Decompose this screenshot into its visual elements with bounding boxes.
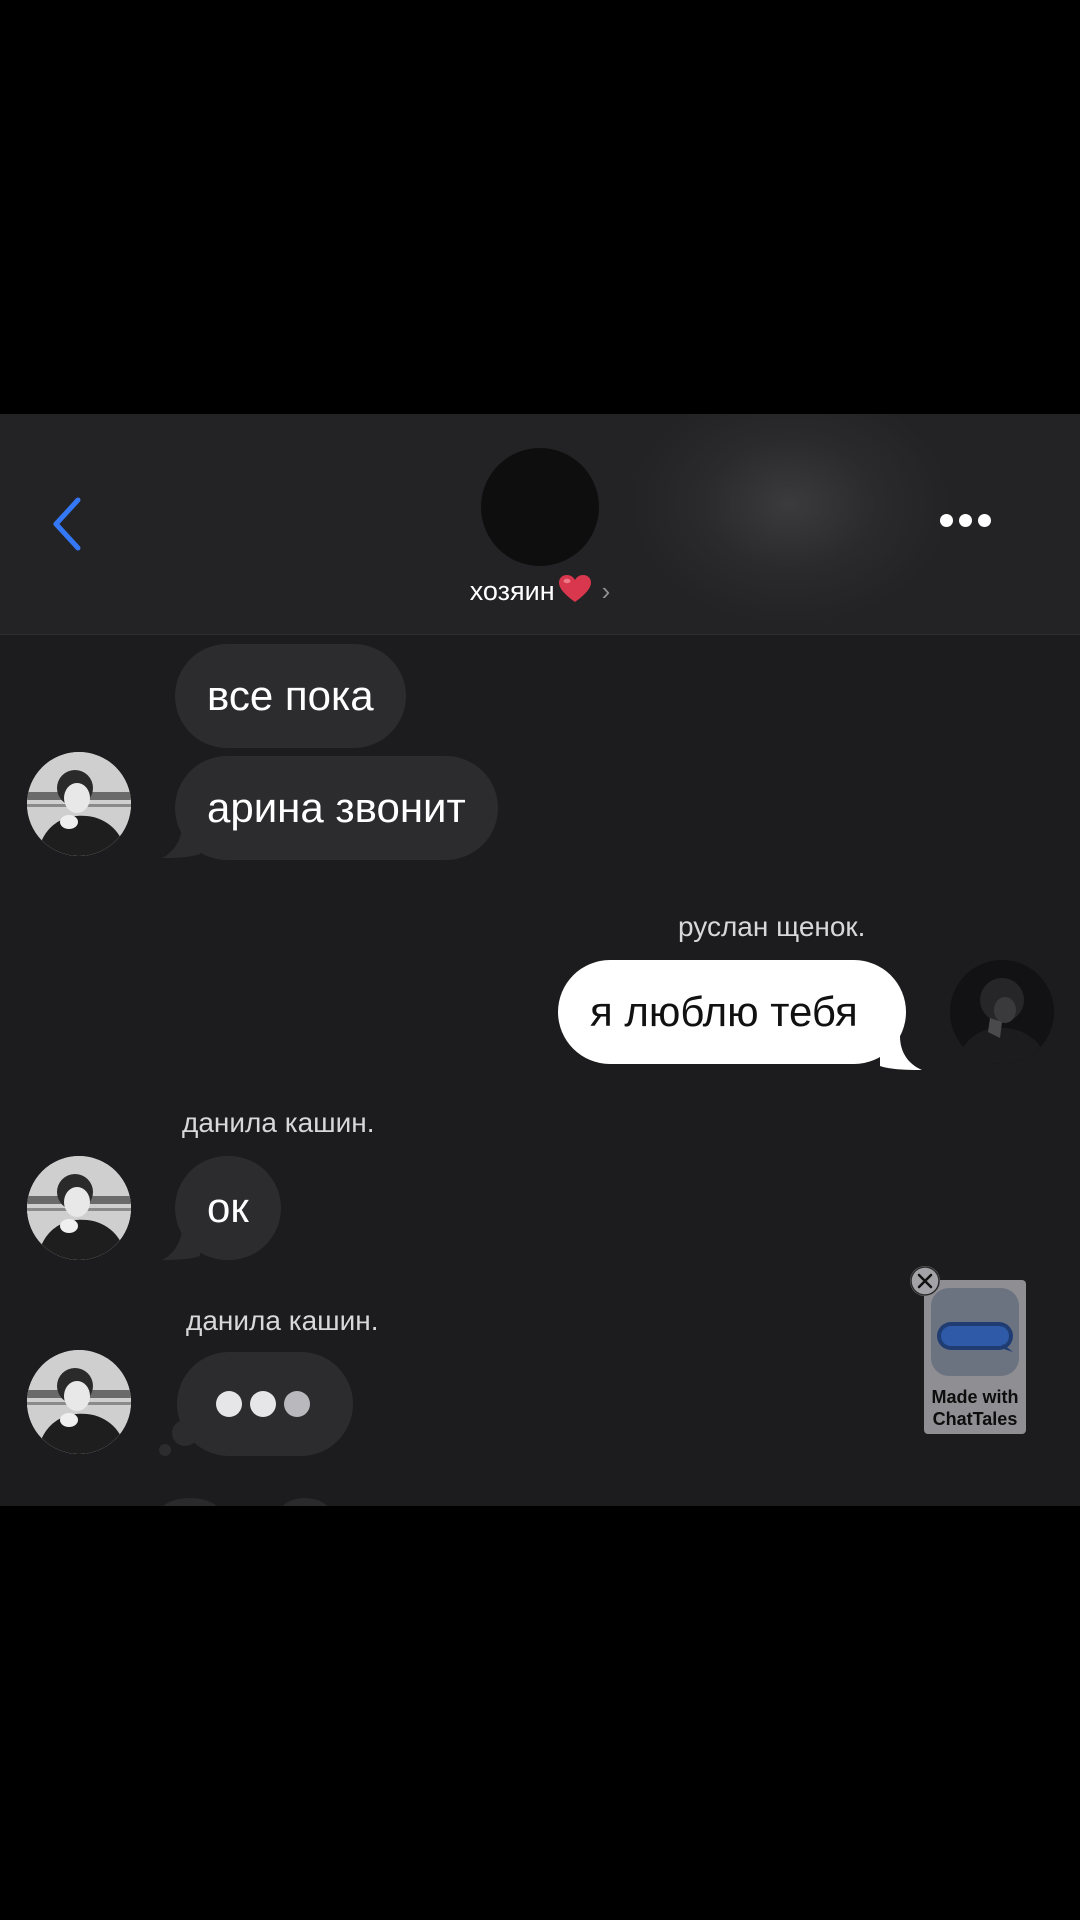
message-bubble-incoming[interactable]: все пока bbox=[175, 644, 406, 748]
chat-screen: хозяин › все пока арина звонит руслан ще… bbox=[0, 414, 1080, 1506]
message-bubble-incoming[interactable]: ок bbox=[175, 1156, 281, 1260]
clipped-element bbox=[160, 1498, 220, 1506]
red-heart-icon bbox=[558, 575, 591, 602]
typing-tail-dot-small bbox=[159, 1444, 171, 1456]
sender-avatar[interactable] bbox=[27, 1156, 131, 1260]
avatar-photo-icon bbox=[27, 752, 131, 856]
avatar-photo-icon bbox=[27, 1350, 131, 1454]
contact-avatar[interactable] bbox=[481, 448, 599, 566]
contact-name-button[interactable]: хозяин › bbox=[0, 574, 1080, 607]
close-icon bbox=[910, 1266, 940, 1296]
contact-name: хозяин bbox=[469, 576, 555, 606]
sender-name: данила кашин. bbox=[186, 1305, 379, 1336]
watermark-line2: ChatTales bbox=[932, 1409, 1018, 1429]
avatar-photo-icon bbox=[27, 1156, 131, 1260]
typing-dot bbox=[284, 1391, 310, 1417]
message-bubble-outgoing[interactable]: я люблю тебя bbox=[558, 960, 906, 1064]
typing-dot bbox=[216, 1391, 242, 1417]
own-avatar[interactable] bbox=[950, 960, 1054, 1064]
chevron-right-icon: › bbox=[601, 576, 611, 606]
clipped-element bbox=[280, 1498, 330, 1506]
more-options-button[interactable] bbox=[940, 514, 1000, 538]
ellipsis-icon bbox=[940, 514, 953, 527]
sender-name: руслан щенок. bbox=[678, 911, 866, 942]
back-button[interactable] bbox=[48, 494, 88, 554]
chat-header: хозяин › bbox=[0, 414, 1080, 635]
message-bubble-incoming[interactable]: арина звонит bbox=[175, 756, 498, 860]
typing-dot bbox=[250, 1391, 276, 1417]
watermark-line1: Made with bbox=[931, 1387, 1019, 1407]
sender-avatar[interactable] bbox=[27, 752, 131, 856]
chevron-left-icon bbox=[53, 497, 81, 551]
chattales-watermark[interactable]: Made with ChatTales bbox=[924, 1280, 1026, 1434]
sender-avatar[interactable] bbox=[27, 1350, 131, 1454]
watermark-close-button[interactable] bbox=[910, 1266, 940, 1296]
chattales-logo-icon bbox=[931, 1288, 1019, 1376]
avatar-photo-icon bbox=[950, 960, 1054, 1064]
sender-name: данила кашин. bbox=[182, 1107, 375, 1138]
